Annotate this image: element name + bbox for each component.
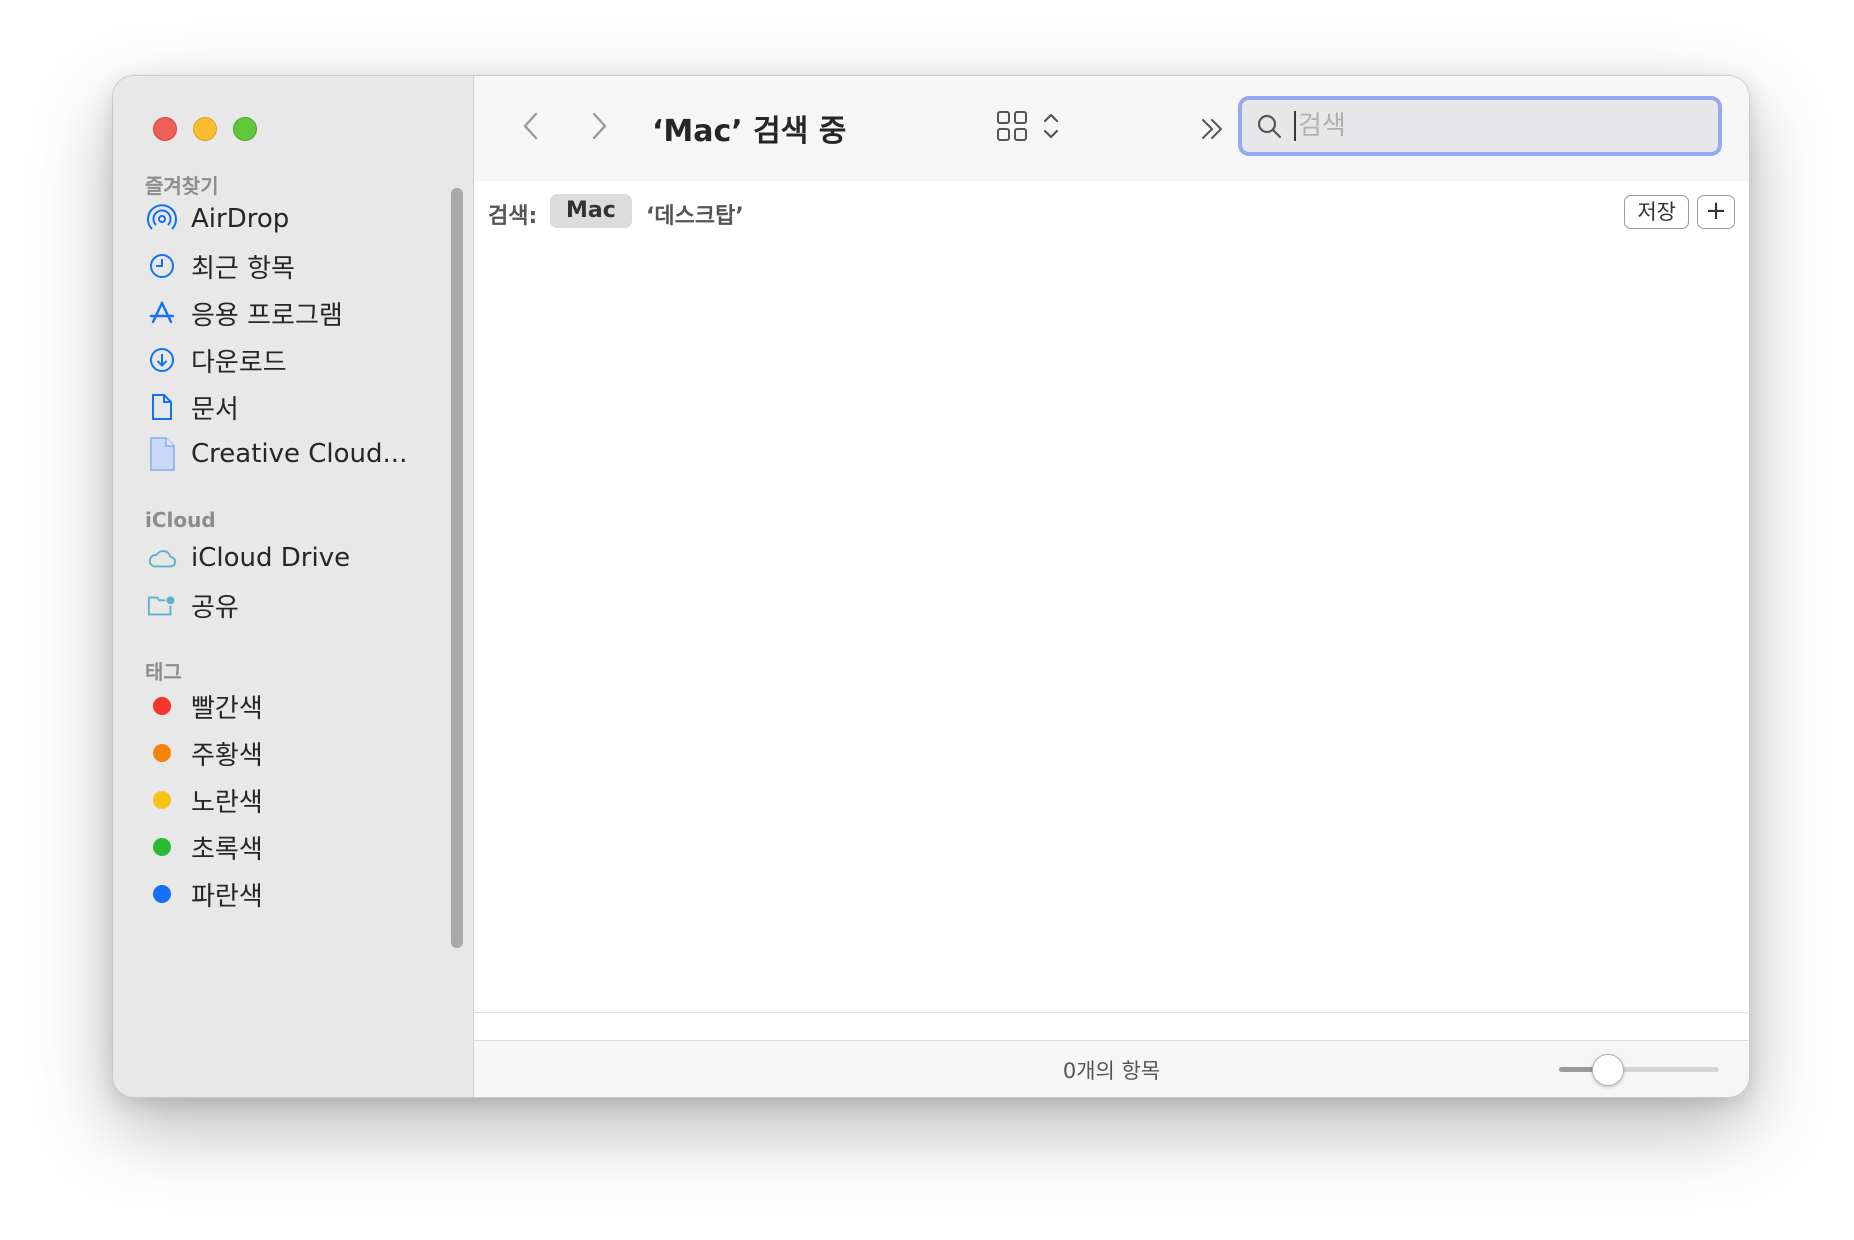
favorites-section-title: 즐겨찾기 [145,174,219,198]
sidebar-item-documents[interactable]: 문서 [147,385,239,429]
scope-label: 검색: [488,204,538,229]
add-criteria-button[interactable]: + [1697,195,1735,229]
scope-desktop-button[interactable]: ‘데스크탑’ [646,198,744,230]
finder-window: 즐겨찾기 AirDrop 최근 항목 응용 프로그램 다운로드 문서 Creat… [112,75,1750,1098]
sidebar-item-label: iCloud Drive [191,543,351,573]
search-scope-bar: 검색: Mac ‘데스크탑’ 저장 + [474,181,1749,245]
divider [474,1012,1749,1013]
sidebar-item-label: 다운로드 [191,347,287,378]
toolbar-overflow-button[interactable] [1199,112,1225,150]
chevron-right-icon [590,111,608,145]
sidebar-tag-green[interactable]: 초록색 [147,825,263,869]
sidebar-item-icloud-drive[interactable]: iCloud Drive [147,536,350,580]
tag-color-dot [153,791,171,809]
scope-mac-button[interactable]: Mac [550,194,632,228]
item-count: 0개의 항목 [1062,1059,1161,1083]
sidebar-item-label: Creative Cloud... [191,439,408,469]
sidebar-tag-orange[interactable]: 주황색 [147,731,263,775]
forward-button[interactable] [584,108,614,148]
search-icon [1256,113,1282,139]
double-chevron-right-icon [1199,112,1225,150]
tag-color-dot [153,697,171,715]
sidebar-item-applications[interactable]: 응용 프로그램 [147,291,343,335]
view-mode-button[interactable] [996,110,1060,146]
icloud-section-title: iCloud [145,508,216,532]
zoom-button[interactable] [233,117,257,141]
sidebar-tag-red[interactable]: 빨간색 [147,684,263,728]
save-search-button[interactable]: 저장 [1624,195,1689,229]
document-icon [147,392,177,422]
tag-color-dot [153,838,171,856]
search-field[interactable] [1238,96,1722,156]
slider-knob[interactable] [1591,1054,1624,1086]
tags-section-title: 태그 [145,660,182,684]
shared-folder-icon [147,590,177,620]
search-input[interactable] [1298,111,1678,141]
main-area: ‘Mac’ 검색 중 검색 검색: Mac ‘데스크탑’ 저장 + 0개의 항목 [474,76,1749,1097]
close-button[interactable] [153,117,177,141]
text-cursor [1294,111,1296,141]
cloud-icon [147,543,177,573]
window-title: ‘Mac’ 검색 중 [652,114,847,149]
icon-size-slider[interactable] [1559,1054,1719,1086]
sidebar-item-shared[interactable]: 공유 [147,583,239,627]
download-icon [147,345,177,375]
tag-color-dot [153,885,171,903]
applications-icon [147,298,177,328]
results-area [474,244,1749,1060]
sidebar-item-label: 주황색 [191,740,263,771]
sidebar-item-label: 빨간색 [191,693,263,724]
chevron-up-down-icon [1042,111,1060,145]
grid-view-icon [996,110,1028,146]
sidebar-item-label: 최근 항목 [191,253,295,284]
status-bar: 0개의 항목 [474,1040,1749,1097]
toolbar: ‘Mac’ 검색 중 [474,76,1749,182]
sidebar-item-airdrop[interactable]: AirDrop [147,197,289,241]
window-controls [153,117,257,141]
sidebar-item-label: 공유 [191,592,239,623]
sidebar: 즐겨찾기 AirDrop 최근 항목 응용 프로그램 다운로드 문서 Creat… [113,76,474,1097]
minimize-button[interactable] [193,117,217,141]
sidebar-item-downloads[interactable]: 다운로드 [147,338,287,382]
sidebar-item-creative-cloud[interactable]: Creative Cloud... [147,432,407,476]
airdrop-icon [147,204,177,234]
sidebar-scrollbar[interactable] [451,188,463,948]
sidebar-item-label: 응용 프로그램 [191,300,343,331]
tag-color-dot [153,744,171,762]
file-icon [147,437,177,471]
sidebar-tag-blue[interactable]: 파란색 [147,872,263,916]
sidebar-item-label: 노란색 [191,787,263,818]
sidebar-item-label: 초록색 [191,834,263,865]
sidebar-item-label: 문서 [191,394,239,425]
sidebar-item-recents[interactable]: 최근 항목 [147,244,295,288]
sidebar-item-label: 파란색 [191,881,263,912]
sidebar-item-label: AirDrop [191,204,290,234]
back-button[interactable] [516,108,546,148]
chevron-left-icon [522,111,540,145]
clock-icon [147,251,177,281]
sidebar-tag-yellow[interactable]: 노란색 [147,778,263,822]
